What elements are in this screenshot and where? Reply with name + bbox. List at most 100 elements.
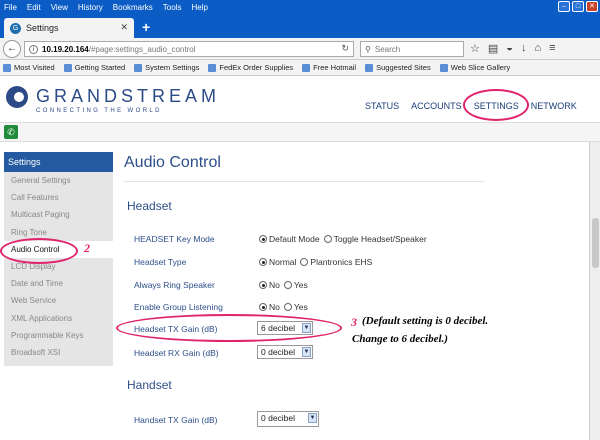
sidebar-item-date-and-time[interactable]: Date and Time — [4, 275, 113, 292]
logo-mark-icon — [6, 86, 28, 108]
tab-close-icon[interactable]: ✕ — [120, 22, 128, 33]
radio-default-mode[interactable]: Default Mode — [259, 234, 320, 244]
phone-icon[interactable]: ✆ — [4, 125, 18, 139]
search-input[interactable]: ⚲ Search — [360, 41, 464, 57]
sidebar-item-ring-tone[interactable]: Ring Tone — [4, 224, 113, 241]
sidebar-item-xml-applications[interactable]: XML Applications — [4, 310, 113, 327]
handset-tx-gain-value: 0 decibel — [261, 413, 296, 423]
url-host: 10.19.20.164 — [42, 44, 89, 54]
menu-bookmarks[interactable]: Bookmarks — [113, 3, 153, 12]
headset-rx-gain-select[interactable]: 0 decibel ▼ — [257, 345, 313, 359]
section-headset: Headset — [127, 199, 172, 213]
annotation-note-line-2: Change to 6 decibel.) — [352, 333, 448, 345]
section-handset: Handset — [127, 378, 172, 392]
sidebar-item-general-settings[interactable]: General Settings — [4, 172, 113, 189]
radio-toggle-headset-speaker[interactable]: Toggle Headset/Speaker — [323, 234, 427, 244]
radio-unchecked-icon — [283, 303, 292, 311]
always-ring-speaker-options: No Yes — [259, 280, 312, 290]
sidebar-item-broadsoft-xsi[interactable]: Broadsoft XSI — [4, 344, 113, 361]
info-icon[interactable]: i — [29, 44, 38, 54]
menu-help[interactable]: Help — [191, 3, 207, 12]
logo-brand: GRANDSTREAM — [36, 86, 221, 106]
chevron-down-icon: ▼ — [308, 413, 317, 423]
back-arrow-icon[interactable]: ← — [3, 40, 21, 58]
bookmark-icon — [63, 63, 72, 72]
sidebar-item-programmable-keys[interactable]: Programmable Keys — [4, 327, 113, 344]
menu-tools[interactable]: Tools — [163, 3, 182, 12]
group-listening-options: No Yes — [259, 302, 312, 312]
menu-file[interactable]: File — [4, 3, 17, 12]
close-icon[interactable]: ✕ — [586, 1, 598, 12]
radio-unchecked-icon — [323, 235, 332, 243]
radio-plantronics-ehs[interactable]: Plantronics EHS — [300, 257, 372, 267]
bookmark-icon — [439, 63, 448, 72]
headset-type-label: Headset Type — [134, 257, 187, 267]
radio-checked-icon — [259, 258, 267, 266]
nav-status[interactable]: STATUS — [365, 101, 399, 111]
bookmark-item[interactable]: Web Slice Gallery — [439, 63, 510, 72]
maximize-icon[interactable]: □ — [572, 1, 584, 12]
radio-unchecked-icon — [300, 258, 309, 266]
radio-checked-icon — [259, 235, 267, 243]
bookmarks-bar: Most Visited Getting Started System Sett… — [0, 60, 600, 76]
radio-unchecked-icon — [283, 281, 292, 289]
grandstream-logo: GRANDSTREAM CONNECTING THE WORLD — [6, 84, 216, 120]
bookmark-icon — [208, 63, 217, 72]
tab-bar: G Settings ✕ + — [0, 14, 600, 38]
reload-icon[interactable]: ↻ — [341, 43, 349, 54]
radio-ring-no[interactable]: No — [259, 280, 280, 290]
bookmark-icon — [3, 63, 11, 72]
always-ring-speaker-label: Always Ring Speaker — [134, 280, 215, 290]
new-tab-icon[interactable]: + — [142, 19, 150, 35]
search-placeholder: Search — [374, 44, 401, 54]
headset-rx-gain-value: 0 decibel — [261, 347, 296, 357]
sidebar-item-web-service[interactable]: Web Service — [4, 292, 113, 309]
menu-edit[interactable]: Edit — [27, 3, 41, 12]
minimize-icon[interactable]: – — [558, 1, 570, 12]
search-icon: ⚲ — [365, 44, 371, 54]
menu-bar: File Edit View History Bookmarks Tools H… — [0, 0, 600, 14]
reading-list-icon[interactable]: ▤ — [488, 42, 498, 55]
bookmark-icon — [365, 63, 374, 72]
annotation-number-3: 3 — [351, 315, 357, 329]
bookmark-icon — [134, 63, 143, 72]
home-icon[interactable]: ⌂ — [534, 42, 541, 55]
nav-accounts[interactable]: ACCOUNTS — [411, 101, 462, 111]
radio-ring-yes[interactable]: Yes — [283, 280, 308, 290]
bookmark-item[interactable]: Getting Started — [63, 63, 125, 72]
radio-group-no[interactable]: No — [259, 302, 280, 312]
bookmark-icon — [302, 63, 311, 72]
bookmark-item[interactable]: Most Visited — [3, 63, 55, 72]
logo-tagline: CONNECTING THE WORLD — [36, 108, 162, 114]
star-icon[interactable]: ☆ — [470, 42, 480, 55]
phone-toolbar: ✆ — [0, 122, 600, 142]
radio-group-yes[interactable]: Yes — [283, 302, 308, 312]
sidebar-item-multicast-paging[interactable]: Multicast Paging — [4, 206, 113, 223]
nav-network[interactable]: NETWORK — [531, 101, 577, 111]
page-scrollbar[interactable] — [589, 142, 600, 440]
chevron-down-icon: ▼ — [302, 347, 311, 357]
bookmark-item[interactable]: Suggested Sites — [365, 63, 431, 72]
radio-normal[interactable]: Normal — [259, 257, 296, 267]
bookmark-item[interactable]: Free Hotmail — [302, 63, 356, 72]
sidebar-item-call-features[interactable]: Call Features — [4, 189, 113, 206]
headset-rx-gain-label: Headset RX Gain (dB) — [134, 348, 219, 358]
bookmark-item[interactable]: System Settings — [134, 63, 199, 72]
tab-settings[interactable]: G Settings ✕ — [4, 18, 134, 38]
annotation-number-2: 2 — [84, 241, 90, 255]
radio-checked-icon — [259, 281, 267, 289]
download-icon[interactable]: ↓ — [521, 42, 527, 55]
headset-type-options: Normal Plantronics EHS — [259, 257, 376, 267]
bookmark-item[interactable]: FedEx Order Supplies — [208, 63, 293, 72]
scrollbar-thumb[interactable] — [592, 218, 599, 268]
hamburger-menu-icon[interactable]: ≡ — [549, 42, 555, 55]
url-bar[interactable]: i 10.19.20.164 /#page:settings_audio_con… — [24, 41, 354, 57]
title-divider — [124, 181, 484, 182]
headset-key-mode-label: HEADSET Key Mode — [134, 234, 215, 244]
url-path: /#page:settings_audio_control — [88, 44, 196, 54]
audio-control-highlight-ellipse — [0, 238, 78, 264]
menu-history[interactable]: History — [78, 3, 103, 12]
menu-view[interactable]: View — [51, 3, 68, 12]
handset-tx-gain-select[interactable]: 0 decibel ▼ — [257, 411, 319, 427]
pocket-icon[interactable]: ◒ — [506, 42, 513, 55]
